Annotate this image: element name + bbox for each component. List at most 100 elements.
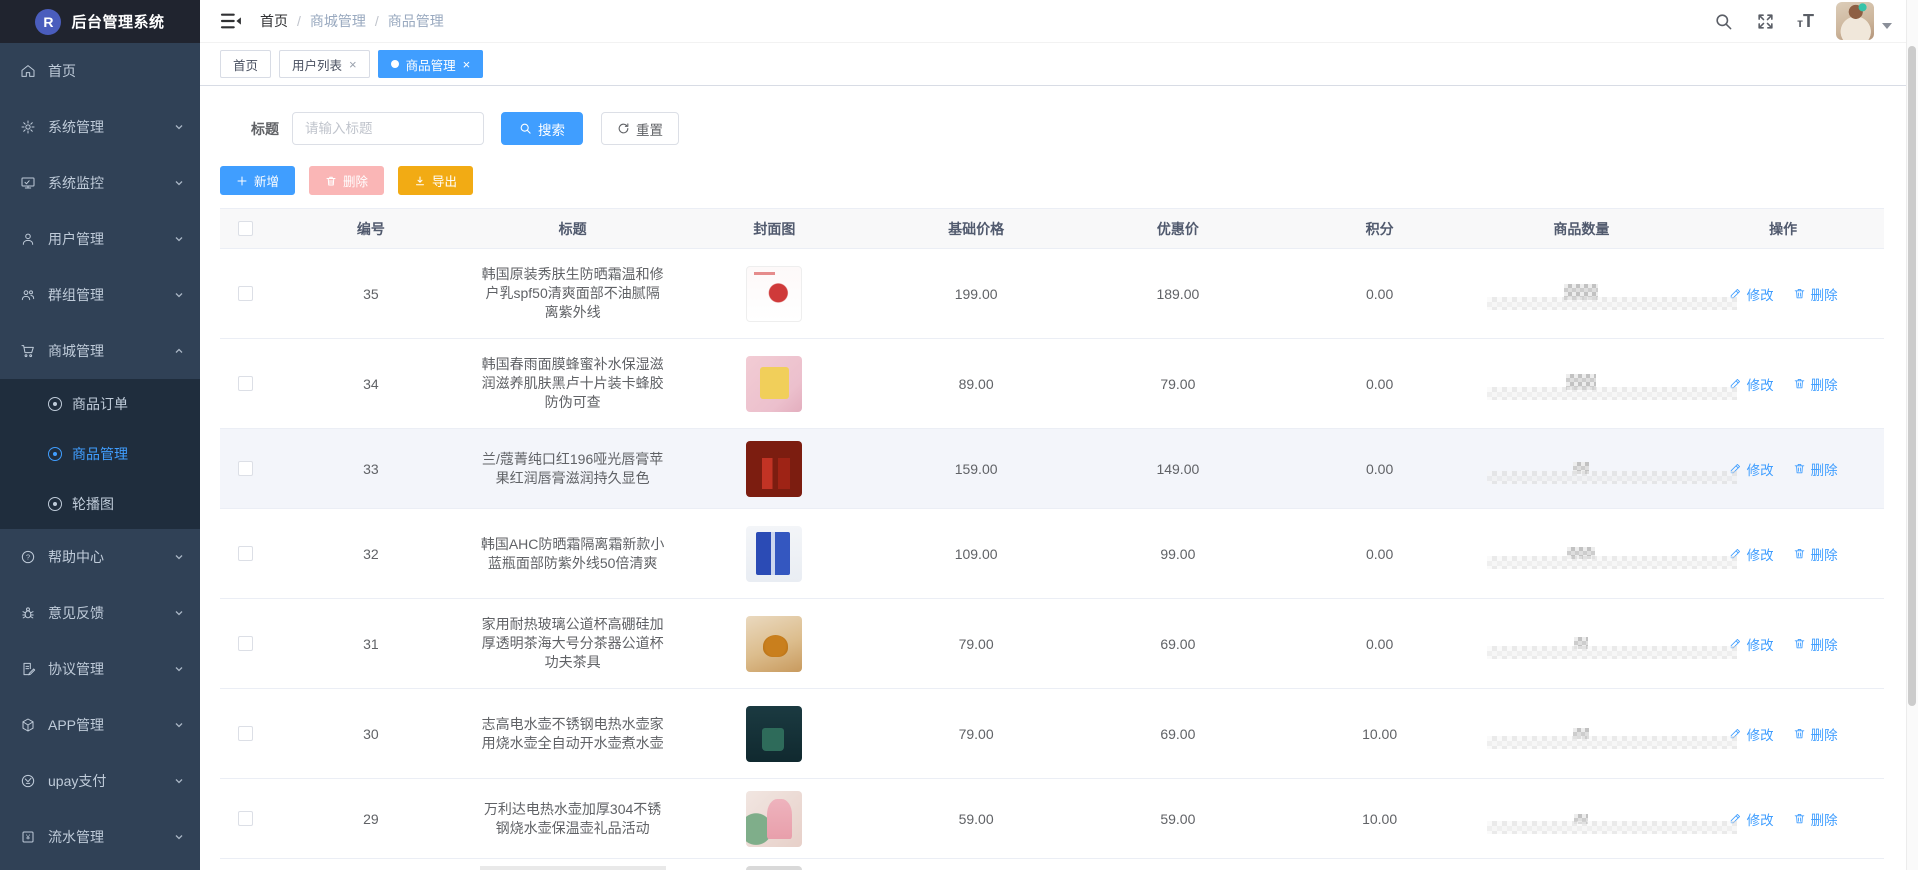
svg-text:?: ? — [26, 553, 30, 562]
tab-home[interactable]: 首页 — [220, 50, 271, 78]
app-logo: R — [35, 9, 61, 35]
reset-button[interactable]: 重置 — [601, 112, 679, 145]
table-row: 35 韩国原装秀肤生防晒霜温和修户乳spf50清爽面部不油腻隔离紫外线 199.… — [220, 249, 1884, 339]
discount-price: 59.00 — [1077, 811, 1279, 827]
sidebar-item-group-mgmt[interactable]: 群组管理 — [0, 267, 200, 323]
select-all-checkbox[interactable] — [238, 221, 253, 236]
product-title: 家用耐热玻璃公道杯高硼硅加厚透明茶海大号分茶器公道杯功夫茶具 — [480, 615, 666, 672]
sidebar-item-flow-mgmt[interactable]: ¥ 流水管理 — [0, 809, 200, 865]
delete-link[interactable]: 删除 — [1793, 284, 1838, 304]
product-cover-image — [746, 866, 802, 870]
censored-quantity — [1574, 637, 1588, 649]
col-id: 编号 — [270, 219, 472, 239]
table-row: 30 志高电水壶不锈钢电热水壶家用烧水壶全自动开水壶煮水壶 79.00 69.0… — [220, 689, 1884, 779]
tab-label: 首页 — [233, 55, 258, 74]
sidebar-item-label: 帮助中心 — [48, 547, 174, 567]
sidebar-item-label: 协议管理 — [48, 659, 174, 679]
delete-link[interactable]: 删除 — [1793, 374, 1838, 394]
search-icon[interactable] — [1713, 11, 1733, 31]
sidebar-item-app-mgmt[interactable]: APP管理 — [0, 697, 200, 753]
row-checkbox[interactable] — [238, 636, 253, 651]
delete-link[interactable]: 删除 — [1793, 459, 1838, 479]
home-icon — [20, 63, 36, 79]
search-button-label: 搜索 — [538, 119, 565, 139]
row-id: 30 — [270, 726, 472, 742]
sidebar-item-product-mgmt[interactable]: 商品管理 — [0, 429, 200, 479]
row-checkbox[interactable] — [238, 546, 253, 561]
product-cover-image — [746, 526, 802, 582]
mall-submenu: 商品订单 商品管理 轮播图 — [0, 379, 200, 529]
sidebar-item-home[interactable]: 首页 — [0, 43, 200, 99]
sidebar-item-upay[interactable]: upay支付 — [0, 753, 200, 809]
sidebar-item-user-mgmt[interactable]: 用户管理 — [0, 211, 200, 267]
product-title: 韩国原装秀肤生防晒霜温和修户乳spf50清爽面部不油腻隔离紫外线 — [480, 265, 666, 322]
bug-icon — [20, 605, 36, 621]
sidebar-item-product-orders[interactable]: 商品订单 — [0, 379, 200, 429]
breadcrumb-home[interactable]: 首页 — [260, 11, 288, 31]
delete-link[interactable]: 删除 — [1793, 634, 1838, 654]
chevron-down-icon — [1882, 23, 1892, 29]
table-header: 编号 标题 封面图 基础价格 优惠价 积分 商品数量 操作 — [220, 208, 1884, 249]
table-row: 32 韩国AHC防晒霜隔离霜新款小蓝瓶面部防紫外线50倍清爽 109.00 99… — [220, 509, 1884, 599]
product-cover-image — [746, 356, 802, 412]
row-checkbox[interactable] — [238, 376, 253, 391]
tab-product-mgmt[interactable]: 商品管理 — [378, 50, 484, 78]
col-actions: 操作 — [1682, 219, 1884, 239]
delete-link[interactable]: 删除 — [1793, 724, 1838, 744]
col-points: 积分 — [1279, 219, 1481, 239]
row-id: 35 — [270, 286, 472, 302]
user-menu[interactable] — [1836, 2, 1892, 40]
app-title: 后台管理系统 — [71, 11, 164, 32]
sidebar-item-system-mgmt[interactable]: 系统管理 — [0, 99, 200, 155]
row-checkbox[interactable] — [238, 286, 253, 301]
sidebar-item-system-monitor[interactable]: 系统监控 — [0, 155, 200, 211]
censored-quantity — [1573, 462, 1589, 474]
breadcrumb-current: 商品管理 — [388, 11, 444, 31]
row-checkbox[interactable] — [238, 461, 253, 476]
close-icon[interactable] — [463, 58, 471, 71]
sidebar-item-mall-mgmt[interactable]: 商城管理 — [0, 323, 200, 379]
row-id: 29 — [270, 811, 472, 827]
discount-price: 69.00 — [1077, 726, 1279, 742]
base-price: 79.00 — [875, 636, 1077, 652]
discount-price: 69.00 — [1077, 636, 1279, 652]
main-area: 首页 / 商城管理 / 商品管理 — [200, 0, 1918, 870]
filter-form: 标题 搜索 重置 — [220, 112, 1884, 145]
row-checkbox[interactable] — [238, 811, 253, 826]
breadcrumb: 首页 / 商城管理 / 商品管理 — [260, 11, 444, 31]
sidebar-item-label: 系统监控 — [48, 173, 174, 193]
delete-button[interactable]: 删除 — [309, 166, 384, 195]
font-size-icon[interactable] — [1797, 12, 1814, 31]
delete-link[interactable]: 删除 — [1793, 544, 1838, 564]
row-id: 32 — [270, 546, 472, 562]
breadcrumb-mall[interactable]: 商城管理 — [310, 11, 366, 31]
tab-user-list[interactable]: 用户列表 — [279, 50, 370, 78]
export-button[interactable]: 导出 — [398, 166, 473, 195]
add-button[interactable]: 新增 — [220, 166, 295, 195]
scrollbar-thumb[interactable] — [1908, 46, 1916, 706]
row-id: 34 — [270, 376, 472, 392]
svg-text:¥: ¥ — [26, 833, 31, 842]
points: 0.00 — [1279, 286, 1481, 302]
sidebar-toggle-icon[interactable] — [220, 12, 242, 30]
circle-dot-icon — [48, 497, 62, 511]
add-button-label: 新增 — [254, 171, 279, 190]
sidebar-item-agreement-mgmt[interactable]: 协议管理 — [0, 641, 200, 697]
title-filter-label: 标题 — [251, 119, 279, 139]
search-button[interactable]: 搜索 — [501, 112, 583, 145]
close-icon[interactable] — [349, 58, 357, 71]
avatar[interactable] — [1836, 2, 1874, 40]
sidebar-item-label: 用户管理 — [48, 229, 174, 249]
sidebar-item-help-center[interactable]: ? 帮助中心 — [0, 529, 200, 585]
row-checkbox[interactable] — [238, 726, 253, 741]
export-button-label: 导出 — [432, 171, 457, 190]
delete-link[interactable]: 删除 — [1793, 809, 1838, 829]
sidebar-item-carousel[interactable]: 轮播图 — [0, 479, 200, 529]
sidebar-item-feedback[interactable]: 意见反馈 — [0, 585, 200, 641]
table-row: 29 万利达电热水壶加厚304不锈钢烧水壶保温壶礼品活动 59.00 59.00… — [220, 779, 1884, 859]
sidebar-menu: 首页 系统管理 系统监控 用户管理 — [0, 43, 200, 870]
product-cover-image — [746, 791, 802, 847]
fullscreen-icon[interactable] — [1755, 11, 1775, 31]
title-filter-input[interactable] — [292, 112, 484, 145]
circle-dot-icon — [48, 397, 62, 411]
